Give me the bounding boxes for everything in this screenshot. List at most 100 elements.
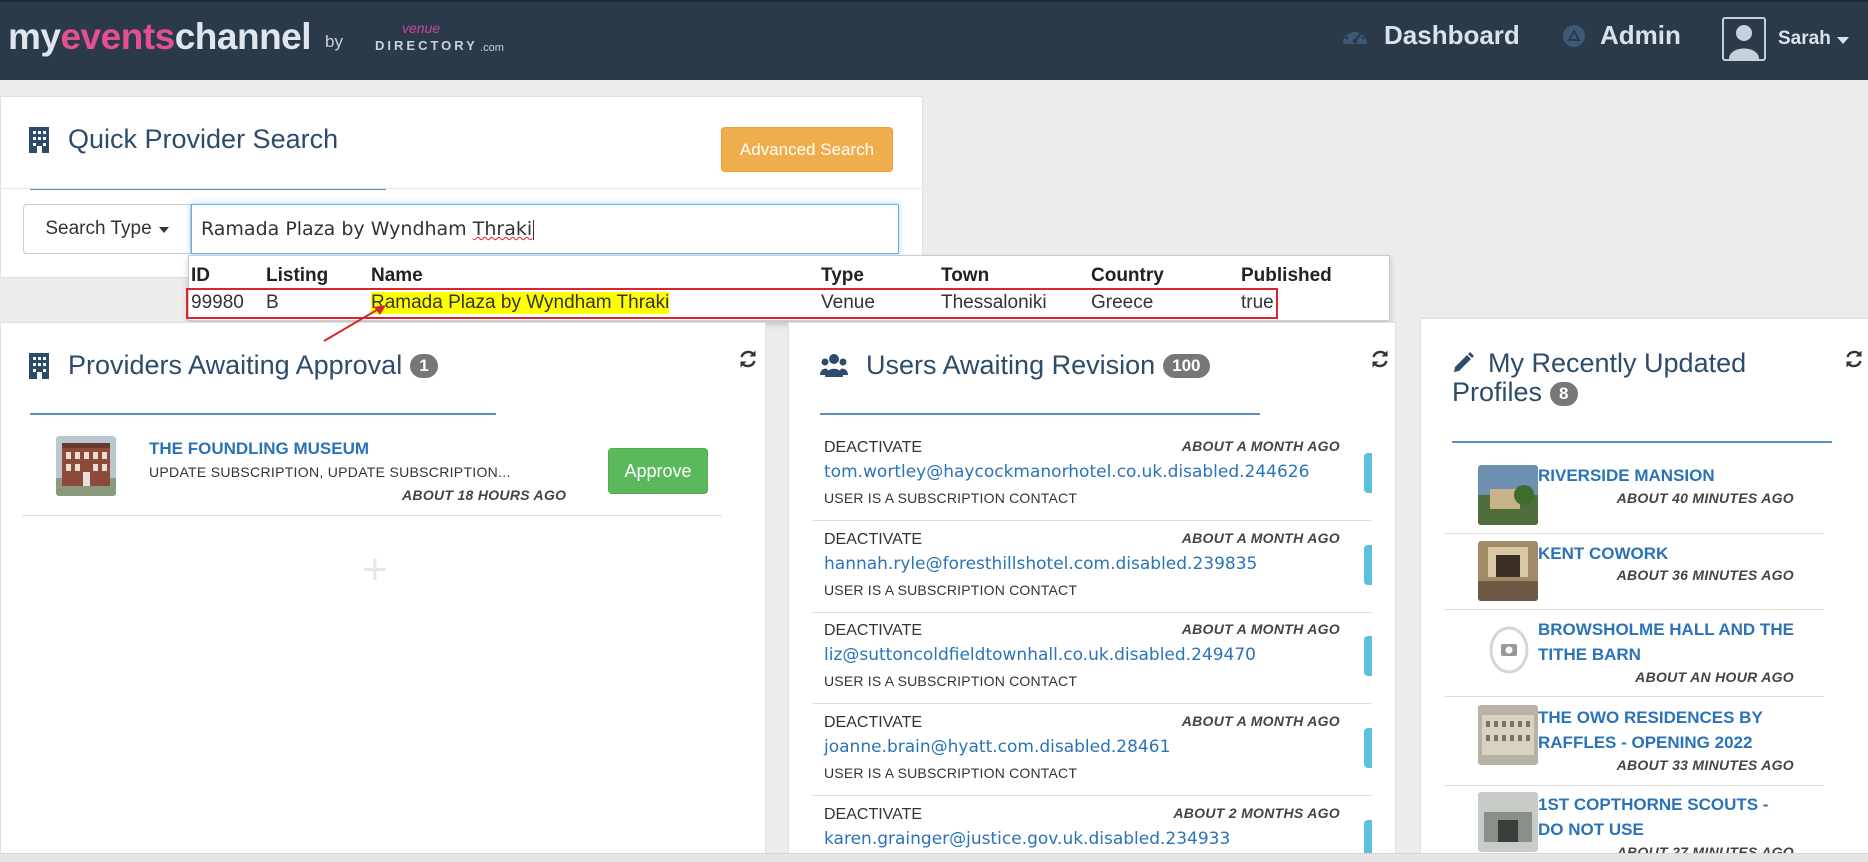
provider-name-link[interactable]: THE FOUNDLING MUSEUM [149, 439, 369, 459]
user-time: ABOUT A MONTH AGO [1181, 530, 1340, 546]
building-icon [29, 352, 49, 379]
search-input[interactable]: Ramada Plaza by Wyndham Thraki [191, 204, 899, 254]
column-header-type: Type [821, 265, 864, 286]
user-email-link[interactable]: joanne.brain@hyatt.com.disabled.28461 [824, 737, 1170, 757]
user-email-link[interactable]: karen.grainger@justice.gov.uk.disabled.2… [824, 829, 1230, 849]
user-menu[interactable]: Sarah [1722, 17, 1849, 61]
profile-time: ABOUT AN HOUR AGO [1635, 669, 1794, 685]
venue-directory-logo: venue DIRECTORY .com [375, 20, 504, 54]
user-time: ABOUT A MONTH AGO [1181, 621, 1340, 637]
list-item: KENT COWORK ABOUT 36 MINUTES AGO [1444, 541, 1824, 610]
info-tab-button[interactable] [1364, 820, 1372, 853]
profile-time: ABOUT 40 MINUTES AGO [1616, 490, 1794, 506]
title-underline [30, 413, 496, 415]
divider [0, 188, 923, 189]
profile-name-link[interactable]: 1ST COPTHORNE SCOUTS - DO NOT USE [1538, 792, 1798, 842]
logo-wordmark: myeventschannel [8, 16, 312, 57]
user-note: USER IS A SUBSCRIPTION CONTACT [824, 673, 1078, 689]
venue-thumbnail [1478, 705, 1538, 765]
profile-time: ABOUT 27 MINUTES AGO [1616, 844, 1794, 853]
refresh-icon[interactable] [738, 349, 758, 369]
venue-thumbnail [56, 436, 116, 496]
profile-name-link[interactable]: KENT COWORK [1538, 541, 1798, 566]
list-item: 1ST COPTHORNE SCOUTS - DO NOT USE ABOUT … [1444, 792, 1824, 853]
user-silhouette-icon [1729, 25, 1759, 59]
venue-thumbnail [1478, 541, 1538, 601]
approval-title: Providers Awaiting Approval 1 [28, 350, 438, 381]
caret-down-icon [158, 227, 169, 233]
add-icon[interactable]: + [362, 545, 388, 595]
info-tab-button[interactable] [1364, 728, 1372, 768]
user-action: DEACTIVATE [824, 439, 923, 456]
list-item: DEACTIVATE ABOUT 2 MONTHS AGO karen.grai… [812, 795, 1372, 853]
nav-admin-label: Admin [1600, 20, 1681, 50]
user-note: USER IS A SUBSCRIPTION CONTACT [824, 765, 1078, 781]
recent-title: My Recently Updated Profiles 8 [1452, 348, 1747, 407]
column-header-town: Town [941, 265, 990, 286]
user-note: USER IS A SUBSCRIPTION CONTACT [824, 582, 1078, 598]
profile-time: ABOUT 33 MINUTES AGO [1616, 757, 1794, 773]
info-tab-button[interactable] [1364, 453, 1372, 493]
search-type-label: Search Type [45, 218, 152, 239]
list-item: DEACTIVATE ABOUT A MONTH AGO hannah.ryle… [812, 520, 1372, 613]
logo-by: by [325, 32, 344, 51]
list-item: DEACTIVATE ABOUT A MONTH AGO tom.wortley… [812, 428, 1372, 521]
refresh-icon[interactable] [1370, 349, 1390, 369]
info-tab-button[interactable] [1364, 636, 1372, 676]
profile-time: ABOUT 36 MINUTES AGO [1616, 567, 1794, 583]
list-item: BROWSHOLME HALL AND THE TITHE BARN ABOUT… [1444, 617, 1824, 697]
user-action: DEACTIVATE [824, 622, 923, 639]
venue-thumbnail [1478, 792, 1538, 852]
placeholder-camera-icon [1488, 625, 1530, 675]
admin-icon [1563, 24, 1585, 47]
column-header-listing: Listing [266, 265, 329, 286]
caret-down-icon [1836, 37, 1849, 44]
avatar [1722, 17, 1766, 61]
approve-button[interactable]: Approve [608, 448, 708, 494]
user-action: DEACTIVATE [824, 531, 923, 548]
quick-search-title: Quick Provider Search [28, 124, 338, 155]
list-item: RIVERSIDE MANSION ABOUT 40 MINUTES AGO [1444, 463, 1824, 534]
info-tab-button[interactable] [1364, 545, 1372, 585]
building-icon [29, 126, 49, 153]
nav-dashboard[interactable]: Dashboard [1340, 20, 1520, 51]
column-header-country: Country [1091, 265, 1164, 286]
brand-logo[interactable]: myeventschannel by venue DIRECTORY .com [8, 16, 504, 58]
profile-name-link[interactable]: THE OWO RESIDENCES BY RAFFLES - OPENING … [1538, 705, 1798, 755]
profile-name-link[interactable]: RIVERSIDE MANSION [1538, 463, 1798, 488]
user-email-link[interactable]: liz@suttoncoldfieldtownhall.co.uk.disabl… [824, 645, 1256, 665]
title-underline [820, 413, 1260, 415]
user-action: DEACTIVATE [824, 806, 923, 823]
count-badge: 8 [1550, 381, 1578, 406]
count-badge: 1 [410, 353, 438, 378]
list-item: DEACTIVATE ABOUT A MONTH AGO liz@suttonc… [812, 611, 1372, 704]
venue-thumbnail [1478, 465, 1538, 525]
user-time: ABOUT A MONTH AGO [1181, 713, 1340, 729]
list-item: DEACTIVATE ABOUT A MONTH AGO joanne.brai… [812, 703, 1372, 796]
user-action: DEACTIVATE [824, 714, 923, 731]
count-badge: 100 [1163, 353, 1210, 378]
nav-dashboard-label: Dashboard [1384, 20, 1520, 50]
pencil-icon [1454, 352, 1474, 372]
provider-detail: UPDATE SUBSCRIPTION, UPDATE SUBSCRIPTION… [149, 464, 511, 480]
users-title: Users Awaiting Revision 100 [820, 350, 1210, 381]
spellcheck-word: Thraki [472, 218, 533, 240]
user-time: ABOUT A MONTH AGO [1181, 438, 1340, 454]
user-time: ABOUT 2 MONTHS AGO [1173, 805, 1340, 821]
user-email-link[interactable]: hannah.ryle@foresthillshotel.com.disable… [824, 554, 1257, 574]
user-name: Sarah [1778, 28, 1831, 49]
profile-name-link[interactable]: BROWSHOLME HALL AND THE TITHE BARN [1538, 617, 1798, 667]
title-underline [1452, 441, 1832, 443]
list-item: THE OWO RESIDENCES BY RAFFLES - OPENING … [1444, 705, 1824, 786]
search-type-dropdown[interactable]: Search Type [23, 204, 191, 254]
refresh-icon[interactable] [1844, 349, 1864, 369]
top-navbar: myeventschannel by venue DIRECTORY .com … [0, 0, 1868, 80]
column-header-published: Published [1241, 265, 1332, 286]
users-icon [820, 353, 848, 377]
column-header-name: Name [371, 265, 423, 286]
annotation-arrow [323, 305, 386, 342]
advanced-search-button[interactable]: Advanced Search [721, 127, 893, 172]
user-email-link[interactable]: tom.wortley@haycockmanorhotel.co.uk.disa… [824, 462, 1309, 482]
nav-admin[interactable]: Admin [1562, 20, 1681, 51]
text-cursor [533, 219, 535, 240]
